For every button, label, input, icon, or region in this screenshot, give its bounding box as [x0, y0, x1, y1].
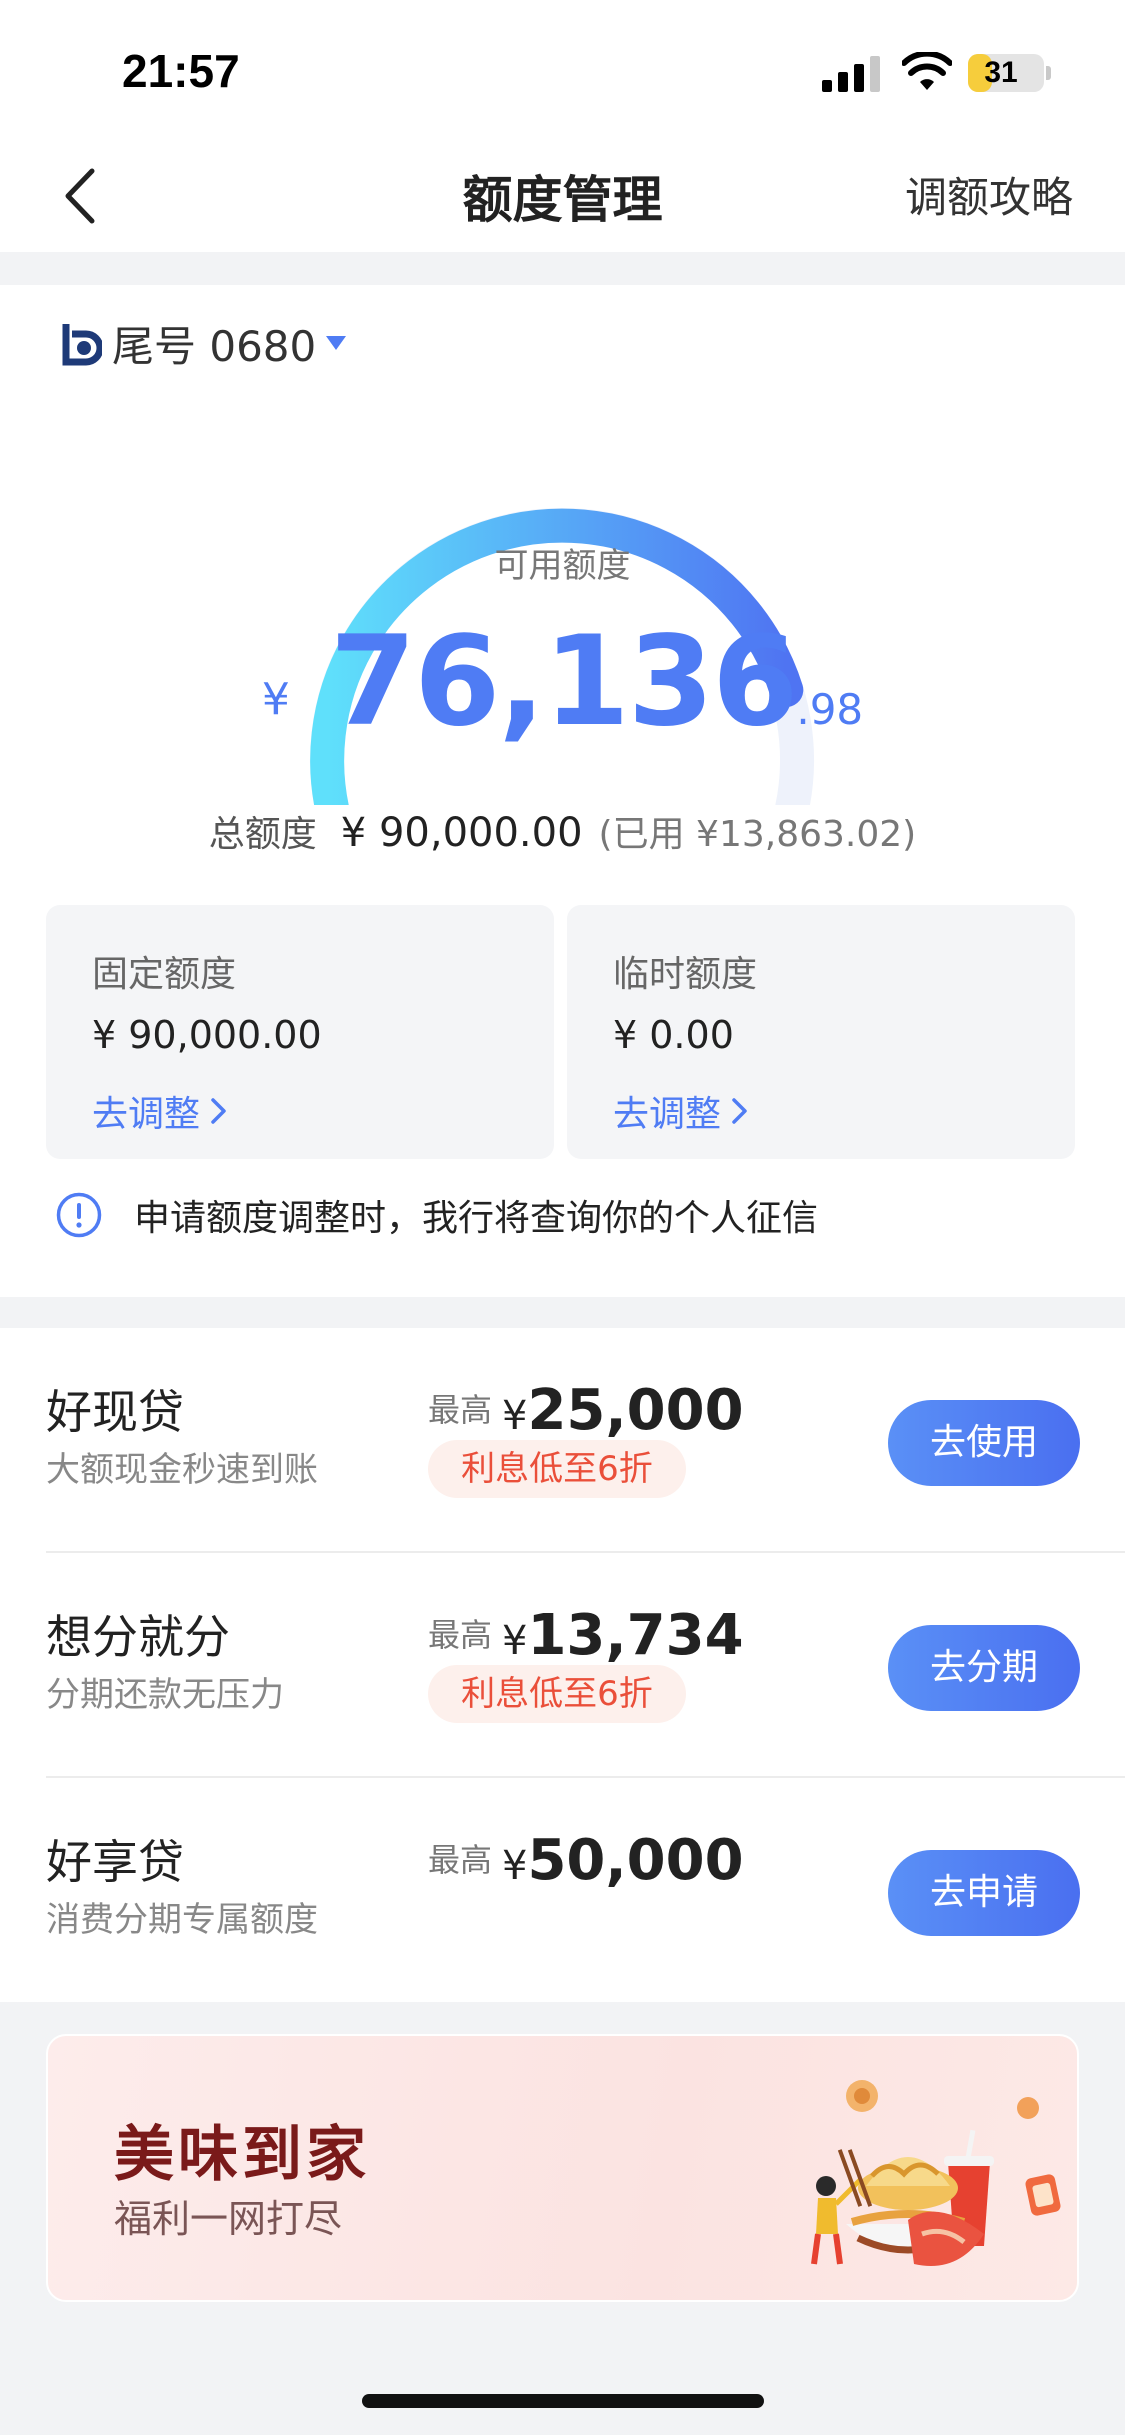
total-quota-row: 总额度 ¥ 90,000.00 (已用 ¥13,863.02) [0, 805, 1125, 857]
battery-icon: 31 [968, 54, 1044, 92]
account-label: 尾号 0680 [112, 321, 317, 371]
currency-symbol: ¥ [502, 1843, 528, 1889]
caret-down-icon [326, 336, 347, 350]
quota-guide-link[interactable]: 调额攻略 [905, 164, 1073, 225]
use-cash-loan-button[interactable]: 去使用 [888, 1400, 1080, 1486]
interest-discount-badge: 利息低至6折 [428, 1440, 686, 1498]
list-item: 好现贷 大额现金秒速到账 最高 ¥25,000 利息低至6折 去使用 [0, 1328, 1125, 1553]
cellular-signal-icon [822, 56, 880, 92]
battery-level: 31 [984, 56, 1018, 89]
product-description: 消费分期专属额度 [46, 1900, 318, 1940]
product-max-amount: 最高 ¥25,000 [428, 1378, 744, 1443]
list-item: 好享贷 消费分期专属额度 最高 ¥50,000 去申请 [0, 1778, 1125, 2003]
status-bar: 21:57 31 [0, 0, 1125, 140]
currency-symbol: ¥ [261, 674, 290, 725]
chevron-right-icon [211, 1098, 226, 1124]
list-item: 想分就分 分期还款无压力 最高 ¥13,734 利息低至6折 去分期 [0, 1553, 1125, 1778]
loan-products-card: 好现贷 大额现金秒速到账 最高 ¥25,000 利息低至6折 去使用 想分就分 分… [0, 1328, 1125, 2002]
product-description: 分期还款无压力 [46, 1675, 284, 1715]
max-label: 最高 [428, 1391, 493, 1429]
food-illustration-icon [811, 2080, 1061, 2266]
fixed-quota-value: ¥ 90,000.00 [92, 1013, 322, 1057]
quota-card: 尾号 0680 可用额度 ¥76,136.98 总额度 ¥ 90,000.00 (已… [0, 285, 1125, 1297]
total-quota-label: 总额度 [208, 814, 317, 855]
product-name: 想分就分 [46, 1610, 230, 1664]
info-icon [56, 1192, 102, 1238]
available-quota-amount: ¥76,136.98 [0, 610, 1125, 754]
max-amount-value: 50,000 [527, 1828, 744, 1893]
adjust-temporary-quota-link[interactable]: 去调整 [613, 1085, 749, 1137]
interest-discount-badge: 利息低至6折 [428, 1665, 686, 1723]
temporary-quota-card: 临时额度 ¥ 0.00 去调整 [567, 905, 1075, 1159]
product-max-amount: 最高 ¥50,000 [428, 1828, 744, 1893]
adjust-fixed-quota-link[interactable]: 去调整 [92, 1085, 228, 1137]
max-label: 最高 [428, 1841, 493, 1879]
temporary-quota-title: 临时额度 [613, 954, 758, 995]
nav-bar: 额度管理 调额攻略 [0, 140, 1125, 252]
available-integer: 76,136 [329, 610, 799, 754]
home-indicator [362, 2394, 764, 2408]
total-quota-value: ¥ 90,000.00 [340, 810, 583, 856]
apply-button[interactable]: 去申请 [888, 1850, 1080, 1936]
bank-logo-icon [62, 324, 102, 366]
fixed-quota-card: 固定额度 ¥ 90,000.00 去调整 [46, 905, 554, 1159]
available-quota-label: 可用额度 [494, 546, 631, 586]
chevron-right-icon [732, 1098, 747, 1124]
used-quota-text: (已用 ¥13,863.02) [598, 814, 917, 855]
status-time: 21:57 [122, 45, 240, 97]
max-label: 最高 [428, 1616, 493, 1654]
currency-symbol: ¥ [502, 1618, 528, 1664]
banner-subtitle: 福利一网打尽 [114, 2197, 343, 2241]
available-decimal: .98 [796, 685, 864, 734]
currency-symbol: ¥ [502, 1393, 528, 1439]
product-description: 大额现金秒速到账 [46, 1450, 318, 1490]
max-amount-value: 25,000 [527, 1378, 744, 1443]
fixed-quota-title: 固定额度 [92, 954, 237, 995]
product-max-amount: 最高 ¥13,734 [428, 1603, 744, 1668]
temporary-quota-value: ¥ 0.00 [613, 1013, 734, 1057]
battery-tip [1046, 66, 1051, 80]
adjust-link-label: 去调整 [613, 1094, 722, 1135]
adjust-link-label: 去调整 [92, 1094, 201, 1135]
product-name: 好享贷 [46, 1835, 184, 1889]
notice-text: 申请额度调整时，我行将查询你的个人征信 [134, 1198, 819, 1239]
banner-title: 美味到家 [114, 2120, 370, 2190]
promo-banner[interactable]: 美味到家 福利一网打尽 [46, 2034, 1079, 2302]
wifi-icon [902, 52, 952, 90]
account-selector[interactable]: 尾号 0680 [56, 315, 347, 371]
product-name: 好现贷 [46, 1385, 184, 1439]
credit-check-notice: 申请额度调整时，我行将查询你的个人征信 [56, 1189, 818, 1241]
installment-button[interactable]: 去分期 [888, 1625, 1080, 1711]
max-amount-value: 13,734 [527, 1603, 744, 1668]
